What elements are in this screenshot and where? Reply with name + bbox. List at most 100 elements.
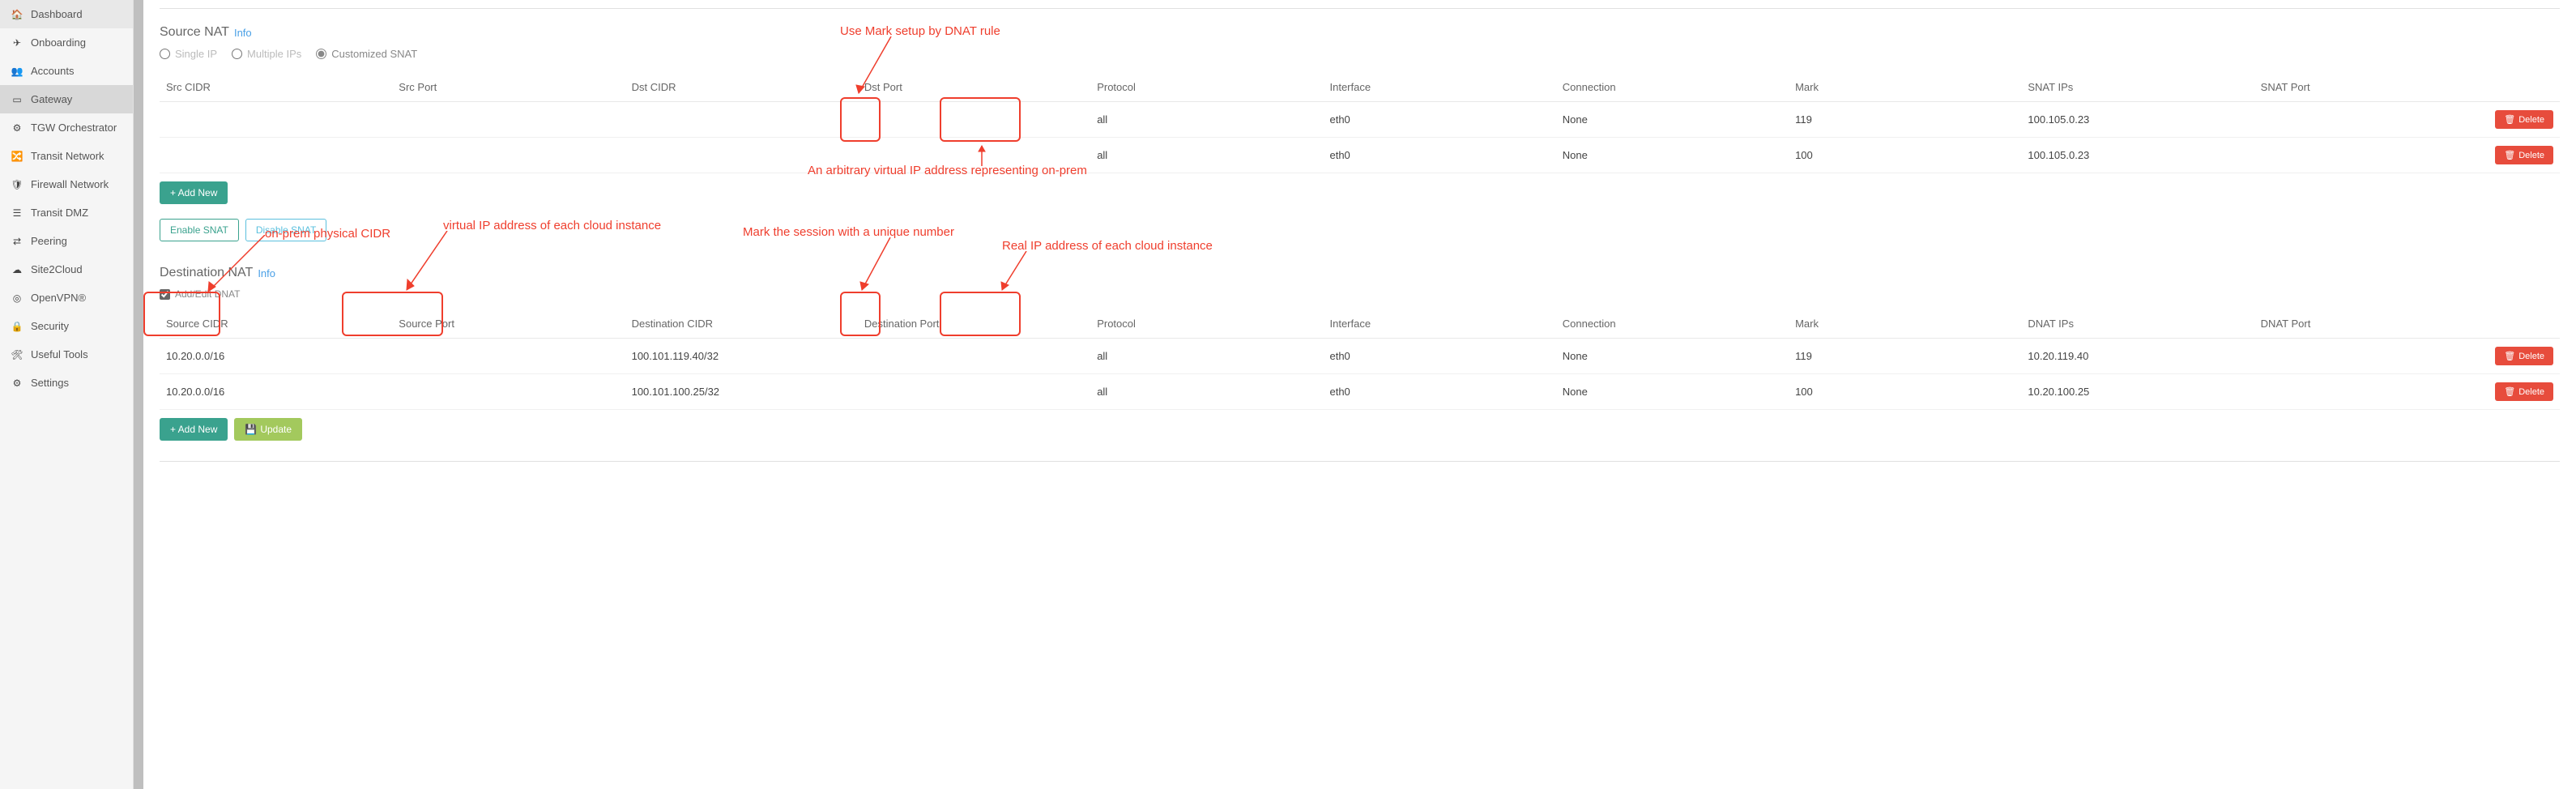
- enable-snat-button[interactable]: Enable SNAT: [160, 219, 239, 241]
- dnat-checkbox-row: Add/Edit DNAT: [160, 288, 2560, 300]
- sidebar-item-settings[interactable]: ⚙ Settings: [0, 369, 133, 397]
- dnat-add-new-button[interactable]: + Add New: [160, 418, 228, 441]
- col-header: DNAT Port: [2254, 309, 2487, 339]
- table-row: all eth0 None 100 100.105.0.23 🗑 Delete: [160, 138, 2560, 173]
- snat-info-link[interactable]: Info: [234, 27, 252, 39]
- sidebar-item-accounts[interactable]: 👥 Accounts: [0, 57, 133, 85]
- cell: 100: [1789, 138, 2021, 173]
- col-header-action: [2487, 73, 2560, 102]
- snat-table: Src CIDR Src Port Dst CIDR Dst Port Prot…: [160, 73, 2560, 173]
- divider: [160, 8, 2560, 9]
- delete-button[interactable]: 🗑 Delete: [2495, 382, 2553, 401]
- sidebar-item-peering[interactable]: ⇄ Peering: [0, 227, 133, 255]
- col-header: Mark: [1789, 309, 2021, 339]
- sidebar-item-onboarding[interactable]: ✈Onboarding: [0, 28, 133, 57]
- cell: 100.105.0.23: [2021, 102, 2254, 138]
- cell: eth0: [1323, 339, 1555, 374]
- cell: [2254, 374, 2487, 410]
- col-header: Interface: [1323, 73, 1555, 102]
- snat-add-new-button[interactable]: + Add New: [160, 181, 228, 204]
- cell: [858, 102, 1090, 138]
- sidebar-item-label: Gateway: [31, 93, 72, 105]
- sidebar-item-label: Peering: [31, 235, 67, 247]
- sidebar-item-label: Site2Cloud: [31, 263, 83, 275]
- cell: [2254, 339, 2487, 374]
- sidebar-item-transit-dmz[interactable]: ☰Transit DMZ: [0, 198, 133, 227]
- table-row: all eth0 None 119 100.105.0.23 🗑 Delete: [160, 102, 2560, 138]
- cell: 100: [1789, 374, 2021, 410]
- sidebar-item-label: Accounts: [31, 65, 74, 77]
- cell: [858, 374, 1090, 410]
- col-header: Connection: [1556, 73, 1789, 102]
- col-header: Destination CIDR: [625, 309, 858, 339]
- trash-icon: 🗑: [2504, 351, 2515, 361]
- radio-customized-snat[interactable]: Customized SNAT: [316, 48, 417, 60]
- col-header: SNAT IPs: [2021, 73, 2254, 102]
- cell: eth0: [1323, 102, 1555, 138]
- cell: 100.101.100.25/32: [625, 374, 858, 410]
- scrollbar-vertical[interactable]: [134, 0, 143, 789]
- vpn-icon: ◎: [11, 292, 23, 304]
- sidebar-item-firewall[interactable]: 🛡Firewall Network: [0, 170, 133, 198]
- sidebar-item-openvpn[interactable]: ◎ OpenVPN®: [0, 284, 133, 312]
- table-header-row: Source CIDR Source Port Destination CIDR…: [160, 309, 2560, 339]
- gear-icon: ⚙: [11, 122, 23, 134]
- sidebar-item-site2cloud[interactable]: ☁Site2Cloud: [0, 255, 133, 284]
- sidebar-item-tools[interactable]: 🛠Useful Tools: [0, 340, 133, 369]
- sidebar-item-label: OpenVPN®: [31, 292, 86, 304]
- cell: [858, 339, 1090, 374]
- main-content: Source NAT Info Single IP Multiple IPs C…: [143, 0, 2576, 789]
- sidebar-item-security[interactable]: 🔒Security: [0, 312, 133, 340]
- cell: [392, 102, 625, 138]
- sidebar-item-tgw[interactable]: ⚙TGW Orchestrator: [0, 113, 133, 142]
- col-header: Protocol: [1090, 309, 1323, 339]
- table-row: 10.20.0.0/16 100.101.119.40/32 all eth0 …: [160, 339, 2560, 374]
- dnat-update-button[interactable]: 💾 Update: [234, 418, 302, 441]
- sidebar-item-label: Firewall Network: [31, 178, 109, 190]
- trash-icon: 🗑: [2504, 114, 2515, 125]
- radio-single-ip[interactable]: Single IP: [160, 48, 217, 60]
- col-header: Connection: [1556, 309, 1789, 339]
- delete-button[interactable]: 🗑 Delete: [2495, 110, 2553, 129]
- dmz-icon: ☰: [11, 207, 23, 219]
- home-icon: 🏠: [11, 9, 23, 20]
- cell: 10.20.0.0/16: [160, 374, 392, 410]
- col-header: Destination Port: [858, 309, 1090, 339]
- col-header: Src CIDR: [160, 73, 392, 102]
- section-heading: Destination NAT: [160, 266, 253, 280]
- cell: [858, 138, 1090, 173]
- disable-snat-button[interactable]: Disable SNAT: [245, 219, 326, 241]
- sidebar-item-dashboard[interactable]: 🏠Dashboard: [0, 0, 133, 28]
- trash-icon: 🗑: [2504, 386, 2515, 397]
- col-header: Protocol: [1090, 73, 1323, 102]
- cell: [392, 138, 625, 173]
- section-heading: Source NAT: [160, 25, 229, 40]
- cell: eth0: [1323, 138, 1555, 173]
- cell: [392, 339, 625, 374]
- sidebar-item-transit-network[interactable]: 🔀Transit Network: [0, 142, 133, 170]
- network-icon: 🔀: [11, 151, 23, 162]
- sidebar-item-gateway[interactable]: ▭ Gateway: [0, 85, 133, 113]
- tools-icon: 🛠: [11, 349, 23, 360]
- cell: None: [1556, 374, 1789, 410]
- sidebar-item-label: Settings: [31, 377, 69, 389]
- settings-icon: ⚙: [11, 377, 23, 389]
- delete-button[interactable]: 🗑 Delete: [2495, 347, 2553, 365]
- cell: 10.20.100.25: [2021, 374, 2254, 410]
- col-header: Dst CIDR: [625, 73, 858, 102]
- radio-multiple-ips[interactable]: Multiple IPs: [232, 48, 301, 60]
- shuffle-icon: ⇄: [11, 236, 23, 247]
- gateway-icon: ▭: [11, 94, 23, 105]
- trash-icon: 🗑: [2504, 150, 2515, 160]
- cell: 10.20.119.40: [2021, 339, 2254, 374]
- dnat-title: Destination NAT Info: [160, 266, 2560, 280]
- dnat-info-link[interactable]: Info: [258, 267, 275, 279]
- lock-icon: 🔒: [11, 321, 23, 332]
- delete-button[interactable]: 🗑 Delete: [2495, 146, 2553, 164]
- cell: 119: [1789, 339, 2021, 374]
- table-header-row: Src CIDR Src Port Dst CIDR Dst Port Prot…: [160, 73, 2560, 102]
- users-icon: 👥: [11, 66, 23, 77]
- cell: None: [1556, 138, 1789, 173]
- cell: [160, 138, 392, 173]
- add-edit-dnat-checkbox[interactable]: [160, 289, 170, 300]
